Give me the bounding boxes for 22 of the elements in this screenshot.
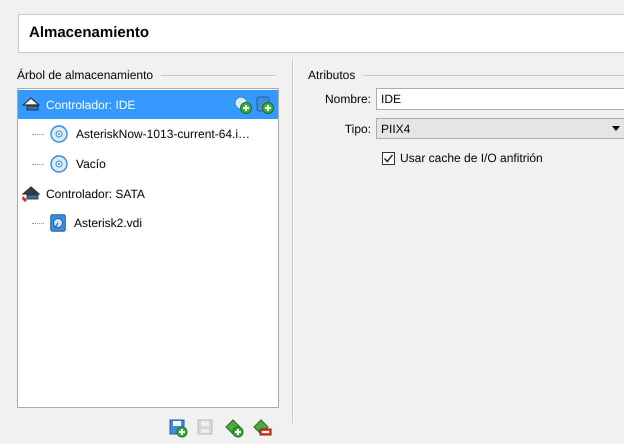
add-attachment-button[interactable] (223, 417, 245, 439)
controller-icon (22, 186, 40, 202)
section-title: Almacenamiento (29, 23, 150, 44)
checkbox-label: Usar cache de I/O anfitrión (400, 150, 543, 167)
add-disc-icon[interactable] (234, 96, 252, 114)
type-dropdown[interactable]: PIIX4 (376, 118, 624, 139)
attachment-row[interactable]: Asterisk2.vdi (18, 208, 278, 238)
attachment-row[interactable]: AsteriskNow-1013-current-64.i… (18, 119, 278, 149)
add-controller-button[interactable] (167, 417, 189, 439)
add-disk-icon[interactable] (256, 96, 274, 114)
controller-row[interactable]: Controlador: SATA (18, 179, 278, 208)
name-field[interactable]: IDE (376, 88, 624, 110)
disc-icon (50, 125, 68, 143)
group-title: Atributos (308, 67, 356, 84)
cache-checkbox[interactable] (382, 152, 395, 164)
dropdown-arrow-icon (612, 126, 620, 131)
attachment-row[interactable]: Vacío (18, 149, 278, 179)
field-label: Tipo: (344, 120, 372, 138)
disc-icon (50, 155, 68, 173)
group-title: Árbol de almacenamiento (17, 67, 154, 84)
field-label: Nombre: (324, 91, 372, 108)
controller-icon (22, 96, 40, 112)
